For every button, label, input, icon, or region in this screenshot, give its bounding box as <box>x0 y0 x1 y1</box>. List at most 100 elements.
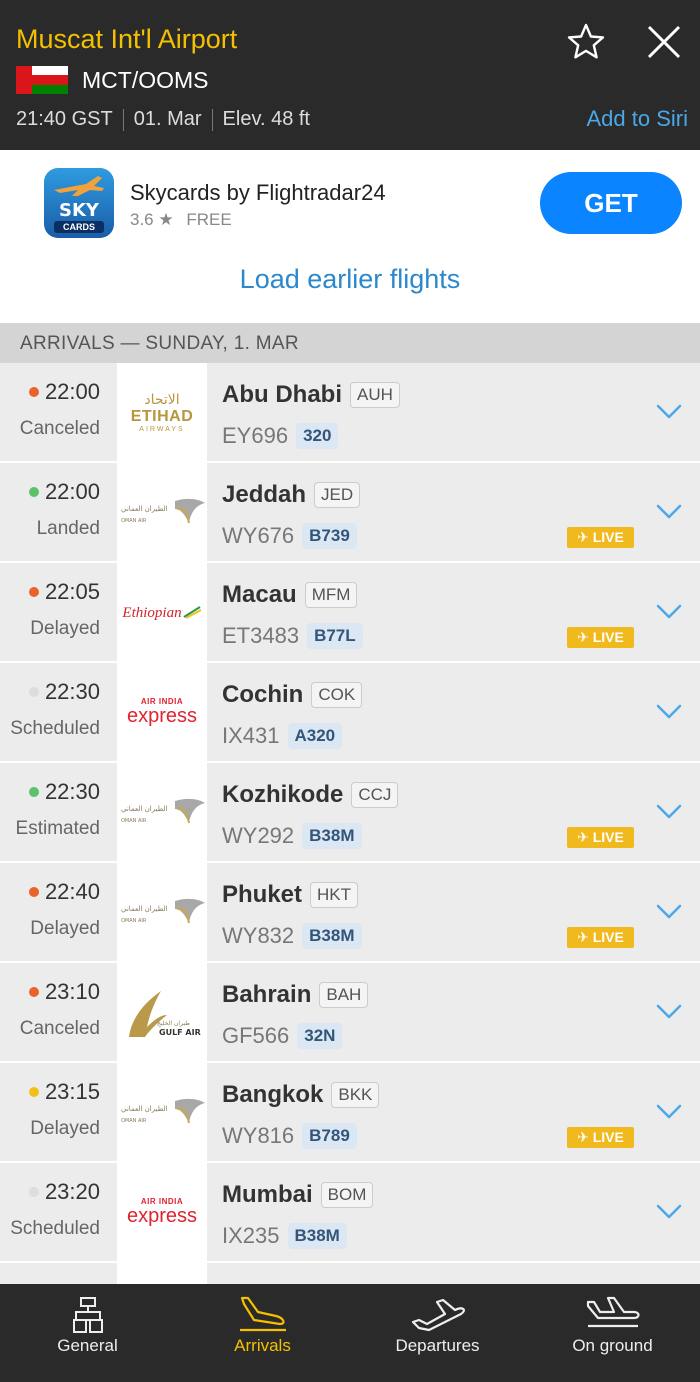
svg-text:OMAN AIR: OMAN AIR <box>121 918 147 924</box>
airline-logo: الطيران العماني OMAN AIR <box>117 863 207 961</box>
origin-city: Bahrain <box>222 981 312 1008</box>
star-icon[interactable] <box>566 22 606 62</box>
ethiopian-logo-icon: Ethiopian <box>117 605 207 622</box>
airline-logo: الطيران العماني OMAN AIR <box>117 463 207 561</box>
origin-iata-badge: BAH <box>319 982 369 1008</box>
air-india-express-logo-icon: AIR INDIA express <box>126 1197 198 1227</box>
skycards-app-icon[interactable]: SKY CARDS <box>44 168 114 238</box>
origin-iata-badge: AUH <box>350 382 400 408</box>
airline-logo: الطيران العماني OMAN AIR <box>117 763 207 861</box>
origin-city: Kozhikode <box>222 781 344 808</box>
flight-row[interactable]: 23:20 Scheduled AIR INDIA express Mumbai BOM I… <box>0 1163 700 1263</box>
chevron-down-icon[interactable] <box>656 1203 682 1221</box>
origin-city: Bangkok <box>222 1081 324 1108</box>
origin-city: Cochin <box>222 681 304 708</box>
chevron-down-icon[interactable] <box>656 803 682 821</box>
flight-status: Scheduled <box>10 718 100 739</box>
aircraft-type-badge: B38M <box>287 1223 347 1249</box>
flight-origin: Jeddah JED <box>222 481 361 509</box>
flight-row[interactable]: 22:00 Landed الطيران العماني OMAN AIR Jeddah… <box>0 463 700 563</box>
live-badge[interactable]: ✈ LIVE <box>567 927 634 948</box>
chevron-down-icon[interactable] <box>656 603 682 621</box>
ad-app-name: Skycards by Flightradar24 <box>130 180 386 205</box>
flight-status: Scheduled <box>10 1218 100 1239</box>
flight-number: GF566 <box>222 1023 290 1048</box>
live-badge[interactable]: ✈ LIVE <box>567 527 634 548</box>
flight-time: 23:20 <box>0 1179 116 1205</box>
tab-label: Departures <box>395 1336 480 1355</box>
flight-number-row: ET3483 B77L <box>222 623 363 649</box>
oman-air-logo-icon: الطيران العماني OMAN AIR <box>117 1091 207 1135</box>
flight-number-row: WY816 B789 <box>222 1123 357 1149</box>
flight-origin: Bahrain BAH <box>222 981 369 1009</box>
flight-number: IX235 <box>222 1223 280 1248</box>
status-dot-icon <box>28 687 39 697</box>
flight-time-column: 23:15 Delayed <box>0 1063 116 1161</box>
flight-status: Canceled <box>19 1018 100 1039</box>
flight-row[interactable]: 23:15 Delayed الطيران العماني OMAN AIR Bangk… <box>0 1063 700 1163</box>
gulf-air-logo-icon: طيران الخليج GULF AIR <box>117 985 207 1041</box>
status-dot-icon <box>28 387 39 397</box>
svg-text:طيران الخليج: طيران الخليج <box>157 1020 190 1027</box>
flight-row[interactable]: 22:05 Delayed Ethiopian Macau MFM ET3483 B77L ✈… <box>0 563 700 663</box>
airport-code: MCT/OOMS <box>82 66 209 93</box>
airport-code-row: MCT/OOMS <box>16 64 209 96</box>
flight-row[interactable]: 22:40 Delayed الطيران العماني OMAN AIR Phuke… <box>0 863 700 963</box>
flight-number-row: IX235 B38M <box>222 1223 347 1249</box>
flight-number-row: WY292 B38M <box>222 823 362 849</box>
arrivals-section-header: ARRIVALS — SUNDAY, 1. MAR <box>0 323 700 363</box>
live-badge[interactable]: ✈ LIVE <box>567 627 634 648</box>
flight-origin: Phuket HKT <box>222 881 359 909</box>
aircraft-type-badge: B38M <box>302 923 362 949</box>
flight-time: 22:30 <box>0 679 116 705</box>
chevron-down-icon[interactable] <box>656 1003 682 1021</box>
flight-time-column: 22:00 Landed <box>0 463 116 561</box>
flight-status: Delayed <box>30 1118 100 1139</box>
flight-number: WY832 <box>222 923 295 948</box>
flight-number: IX431 <box>222 723 280 748</box>
airline-logo: طيران الخليج GULF AIR <box>117 963 207 1061</box>
add-to-siri-link[interactable]: Add to Siri <box>587 106 689 132</box>
tab-arrivals[interactable]: Arrivals <box>175 1284 350 1382</box>
get-button[interactable]: GET <box>540 172 682 234</box>
status-dot-icon <box>28 1087 39 1097</box>
origin-iata-badge: HKT <box>310 882 359 908</box>
tab-general[interactable]: General <box>0 1284 175 1382</box>
live-badge[interactable]: ✈ LIVE <box>567 827 634 848</box>
chevron-down-icon[interactable] <box>656 703 682 721</box>
live-badge[interactable]: ✈ LIVE <box>567 1127 634 1148</box>
origin-iata-badge: COK <box>311 682 363 708</box>
flight-time-column: 22:30 Estimated <box>0 763 116 861</box>
flight-time: 22:05 <box>0 579 116 605</box>
chevron-down-icon[interactable] <box>656 403 682 421</box>
tab-on-ground[interactable]: On ground <box>525 1284 700 1382</box>
origin-city: Mumbai <box>222 1181 313 1208</box>
flight-row[interactable]: 22:30 Estimated الطيران العماني OMAN AIR Koz… <box>0 763 700 863</box>
close-icon[interactable] <box>644 22 684 62</box>
svg-text:الطيران العماني: الطيران العماني <box>121 805 168 813</box>
flight-time: 23:10 <box>0 979 116 1005</box>
flight-row[interactable]: 23:10 Canceled طيران الخليج GULF AIR Bahrain… <box>0 963 700 1063</box>
chevron-down-icon[interactable] <box>656 503 682 521</box>
flight-time-column: 22:00 Canceled <box>0 363 116 461</box>
aircraft-type-badge: 32N <box>297 1023 343 1049</box>
aircraft-type-badge: 320 <box>296 423 339 449</box>
tab-departures[interactable]: Departures <box>350 1284 525 1382</box>
status-dot-icon <box>28 987 39 997</box>
flight-status: Landed <box>36 518 100 539</box>
flight-time-column: 22:05 Delayed <box>0 563 116 661</box>
etihad-logo-icon: الاتحاد ETIHAD AIRWAYS <box>130 391 194 433</box>
elevation: Elev. 48 ft <box>222 108 310 130</box>
flight-row[interactable]: 22:00 Canceled الاتحاد ETIHAD AIRWAYS Abu Dha… <box>0 363 700 463</box>
flight-time: 23:15 <box>0 1079 116 1105</box>
svg-text:الطيران العماني: الطيران العماني <box>121 905 168 913</box>
flight-status: Estimated <box>15 818 100 839</box>
origin-iata-badge: MFM <box>304 582 358 608</box>
flight-number-row: IX431 A320 <box>222 723 343 749</box>
chevron-down-icon[interactable] <box>656 1103 682 1121</box>
flight-row[interactable]: 22:30 Scheduled AIR INDIA express Cochin COK I… <box>0 663 700 763</box>
flight-status: Delayed <box>30 618 100 639</box>
ad-app-meta: 3.6 ★ FREE <box>130 210 232 230</box>
chevron-down-icon[interactable] <box>656 903 682 921</box>
load-earlier-flights-button[interactable]: Load earlier flights <box>0 264 700 295</box>
